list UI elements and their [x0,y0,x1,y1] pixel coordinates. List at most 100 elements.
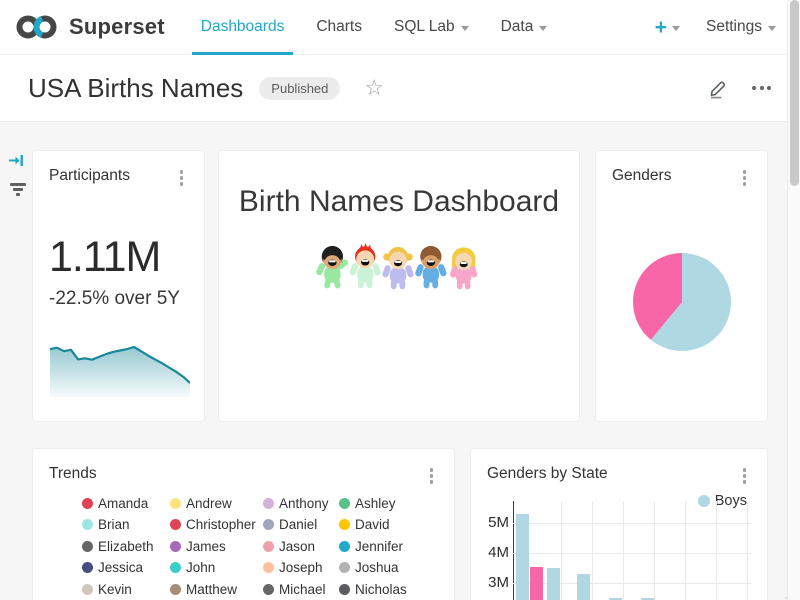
legend-dot [82,541,93,552]
legend-dot [339,562,350,573]
legend-item-michael[interactable]: Michael [263,582,339,597]
kebab-menu-icon[interactable] [175,167,189,189]
caret-down-icon [768,26,776,31]
bar-girls-1[interactable] [530,567,543,600]
legend-dot [170,541,181,552]
gridline [513,523,751,524]
legend-label: Daniel [279,517,317,532]
legend-label: Kevin [98,582,132,597]
legend-label: Jessica [98,560,143,575]
legend-label: David [355,517,390,532]
legend-dot [263,519,274,530]
gridline [513,553,751,554]
welcome-heading: Birth Names Dashboard [235,185,563,219]
legend-label: James [186,539,226,554]
kebab-menu-icon[interactable] [738,167,752,189]
legend-dot [170,584,181,595]
top-navbar: Superset Dashboards Charts SQL Lab Data + S… [0,0,800,55]
legend-item-joshua[interactable]: Joshua [339,560,439,575]
legend-dot [339,584,350,595]
genders-by-state-chart[interactable]: 5M4M3M [501,501,751,600]
legend-item-jessica[interactable]: Jessica [82,560,170,575]
legend-label: Andrew [186,496,232,511]
legend-dot [263,498,274,509]
nav-item-sql-lab[interactable]: SQL Lab [385,0,478,55]
legend-item-jason[interactable]: Jason [263,539,339,554]
legend-item-matthew[interactable]: Matthew [170,582,263,597]
legend-label: Michael [279,582,326,597]
nav-item-data[interactable]: Data [492,0,557,55]
legend-item-john[interactable]: John [170,560,263,575]
legend-item-nicholas[interactable]: Nicholas [339,582,439,597]
big-number: 1.11M [49,236,188,279]
sparkline-area [50,347,190,397]
legend-dot [339,519,350,530]
kebab-menu-icon[interactable] [425,465,439,487]
card-title: Participants [49,167,130,185]
legend-label: Brian [98,517,130,532]
caret-down-icon [539,26,547,31]
settings-menu[interactable]: Settings [706,18,776,36]
legend-item-anthony[interactable]: Anthony [263,496,339,511]
legend-item-ashley[interactable]: Ashley [339,496,439,511]
legend-item-daniel[interactable]: Daniel [263,517,339,532]
new-item-button[interactable]: + [655,17,680,38]
bar-boys-2[interactable] [547,568,560,600]
legend-dot [339,541,350,552]
nav-item-dashboards[interactable]: Dashboards [192,0,294,55]
card-participants: Participants 1.11M -22.5% over 5Y [32,150,205,422]
header-actions [708,78,775,99]
card-title: Genders by State [487,465,608,483]
legend-label: Ashley [355,496,396,511]
legend-item-andrew[interactable]: Andrew [170,496,263,511]
card-title: Genders [612,167,671,185]
navbar-right: + Settings [655,17,800,38]
legend-dot [82,498,93,509]
participants-sparkline[interactable] [50,344,190,397]
vertical-scrollbar[interactable] [787,0,800,600]
caret-down-icon [672,26,680,31]
gridline [716,501,717,600]
legend-label: Jason [279,539,315,554]
legend-dot [263,584,274,595]
bar-boys-3[interactable] [577,574,590,600]
legend-item-christopher[interactable]: Christopher [170,517,263,532]
y-axis-tick: 3M [473,574,509,592]
favorite-star-icon[interactable]: ☆ [364,77,384,99]
legend-item-joseph[interactable]: Joseph [263,560,339,575]
trends-legend: Amanda Andrew Anthony Ashley Brian Christophe… [82,496,438,600]
trend-delta: -22.5% over 5Y [49,288,188,310]
filter-icon[interactable] [8,181,28,198]
legend-item-james[interactable]: James [170,539,263,554]
legend-label: Joseph [279,560,323,575]
published-badge[interactable]: Published [259,77,340,100]
legend-item-david[interactable]: David [339,517,439,532]
genders-pie-chart[interactable] [633,253,731,351]
legend-dot [82,519,93,530]
gridline [592,501,593,600]
more-options-icon[interactable] [748,82,775,94]
edit-pencil-icon[interactable] [708,78,728,99]
superset-infinity-icon [14,11,60,43]
legend-item-amanda[interactable]: Amanda [82,496,170,511]
nav-item-label: Data [501,18,534,36]
expand-filter-bar-icon[interactable] [8,152,25,174]
legend-item-brian[interactable]: Brian [82,517,170,532]
legend-item-kevin[interactable]: Kevin [82,582,170,597]
superset-logo[interactable]: Superset [0,11,165,43]
legend-item-elizabeth[interactable]: Elizabeth [82,539,170,554]
scrollbar-thumb[interactable] [790,0,799,186]
nav-item-charts[interactable]: Charts [307,0,371,55]
nav-item-label: Dashboards [201,18,285,36]
bar-boys-0[interactable] [516,514,529,600]
legend-dot [263,541,274,552]
legend-item-jennifer[interactable]: Jennifer [339,539,439,554]
legend-dot [170,519,181,530]
card-genders: Genders [595,150,768,422]
legend-dot [82,562,93,573]
legend-dot [82,584,93,595]
legend-label: John [186,560,215,575]
legend-label: Elizabeth [98,539,154,554]
kebab-menu-icon[interactable] [738,465,752,487]
legend-label: Christopher [186,517,256,532]
